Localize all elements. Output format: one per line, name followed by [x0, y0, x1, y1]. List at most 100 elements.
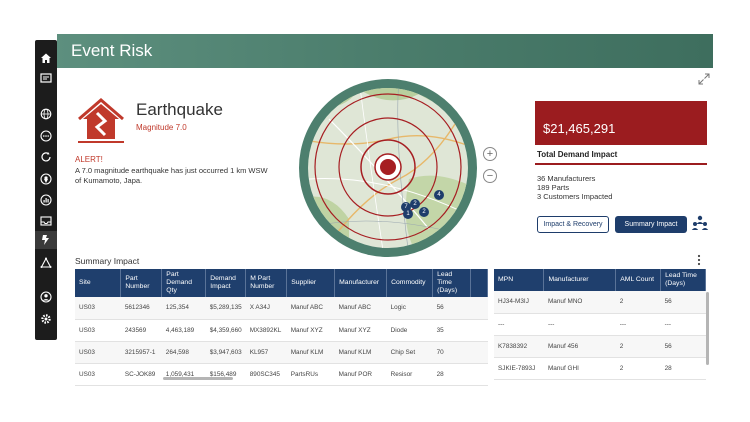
location-icon[interactable]: [39, 172, 53, 186]
table-cell: 3215957-1: [120, 341, 162, 364]
zoom-out-button[interactable]: −: [483, 169, 497, 183]
table-cell: 243569: [120, 319, 162, 342]
table-cell: Manuf KLM: [334, 341, 387, 364]
table-cell: Manuf KLM: [286, 341, 335, 364]
column-header[interactable]: AML Count: [615, 269, 662, 291]
table-cell: 2: [615, 335, 661, 358]
people-icon[interactable]: [691, 215, 709, 231]
impact-stats: 36 Manufacturers 189 Parts 3 Customers I…: [537, 174, 612, 201]
table-cell: [470, 341, 488, 364]
table-cell: K7838392: [494, 335, 544, 358]
table-cell: 28: [660, 357, 706, 380]
home-icon[interactable]: [39, 51, 53, 65]
total-demand-label: Total Demand Impact: [537, 150, 618, 159]
table-row[interactable]: SJKIE-7893J Manuf GHI 2 28: [494, 357, 706, 380]
column-header[interactable]: Lead Time (Days): [660, 269, 706, 291]
refresh-icon[interactable]: [39, 150, 53, 164]
column-header[interactable]: Part Demand Qty: [161, 269, 207, 297]
table-cell: Manuf MNO: [543, 291, 616, 314]
impact-map[interactable]: 7 2 4 1 2: [299, 79, 477, 257]
table-cell: KL957: [245, 341, 287, 364]
table-cell: $4,359,660: [205, 319, 246, 342]
table-cell: $156,489: [205, 363, 246, 386]
map-marker[interactable]: 1: [403, 209, 413, 219]
column-header[interactable]: Demand Impact: [205, 269, 247, 297]
globe-icon[interactable]: [39, 107, 53, 121]
stat-parts: 189 Parts: [537, 183, 570, 192]
table-cell: MX3892KL: [245, 319, 287, 342]
impact-table: Site Part Number Part Demand Qty Demand …: [75, 269, 488, 386]
table-cell: ---: [543, 313, 616, 336]
more-icon[interactable]: [39, 129, 53, 143]
table-cell: 56: [660, 291, 706, 314]
table-row[interactable]: US03 3215957-1 264,598 $3,947,603 KL957 …: [75, 341, 488, 364]
horizontal-scrollbar[interactable]: [163, 377, 233, 380]
table-row[interactable]: US03 SC-JOK89 1,059,431 $156,489 890SC34…: [75, 363, 488, 386]
table-cell: Manuf 456: [543, 335, 616, 358]
table-cell: Manuf XYZ: [286, 319, 335, 342]
column-header[interactable]: Manufacturer: [543, 269, 617, 291]
event-magnitude: Magnitude 7.0: [136, 123, 187, 132]
table-cell: 56: [432, 297, 471, 320]
zoom-in-button[interactable]: +: [483, 147, 497, 161]
column-header[interactable]: M Part Number: [245, 269, 288, 297]
table-cell: Diode: [386, 319, 433, 342]
map-marker[interactable]: 2: [410, 199, 420, 209]
page-title: Event Risk: [71, 41, 153, 60]
table-cell: Logic: [386, 297, 433, 320]
table-row[interactable]: US03 243569 4,463,189 $4,359,660 MX3892K…: [75, 319, 488, 342]
stat-customers: 3 Customers Impacted: [537, 192, 613, 201]
table-row[interactable]: US03 5612346 125,354 $5,289,135 X A34J M…: [75, 297, 488, 320]
map-marker[interactable]: 2: [419, 207, 429, 217]
impact-recovery-button[interactable]: Impact & Recovery: [537, 216, 609, 233]
table-cell: 1,059,431: [161, 363, 206, 386]
table-cell: US03: [75, 319, 121, 342]
vertical-scrollbar[interactable]: [706, 292, 709, 365]
table-cell: Resisor: [386, 363, 433, 386]
table-cell: 5612346: [120, 297, 162, 320]
kebab-menu-icon[interactable]: [696, 254, 702, 266]
map-marker[interactable]: 4: [434, 190, 444, 200]
column-header[interactable]: Lead Time (Days): [432, 269, 471, 297]
table-cell: [470, 363, 488, 386]
column-header[interactable]: Supplier: [286, 269, 336, 297]
table-cell: 28: [432, 363, 471, 386]
mpn-table: MPN Manufacturer AML Count Lead Time (Da…: [494, 269, 706, 380]
table-cell: 125,354: [161, 297, 206, 320]
user-icon[interactable]: [39, 290, 53, 304]
column-header[interactable]: Commodity: [386, 269, 434, 297]
table-cell: Manuf ABC: [286, 297, 335, 320]
earthquake-icon: [78, 98, 124, 143]
alert-text: A 7.0 magnitude earthquake has just occu…: [75, 166, 268, 185]
table-cell: Manuf XYZ: [334, 319, 387, 342]
table-cell: Manuf GHI: [543, 357, 616, 380]
table-cell: [470, 297, 488, 320]
table-cell: ---: [615, 313, 661, 336]
table-cell: 35: [432, 319, 471, 342]
settings-icon[interactable]: [39, 312, 53, 326]
column-header[interactable]: Manufacturer: [334, 269, 388, 297]
network-icon[interactable]: [39, 256, 53, 270]
summary-impact-button[interactable]: Summary Impact: [615, 216, 687, 233]
table-row[interactable]: K7838392 Manuf 456 2 56: [494, 335, 706, 358]
expand-icon[interactable]: [698, 73, 710, 85]
event-risk-icon[interactable]: [39, 233, 53, 247]
table-cell: $5,289,135: [205, 297, 246, 320]
dashboard-icon[interactable]: [39, 71, 53, 85]
divider: [535, 163, 707, 165]
table-header-row: MPN Manufacturer AML Count Lead Time (Da…: [494, 269, 706, 291]
table-cell: US03: [75, 297, 121, 320]
table-cell: ---: [660, 313, 706, 336]
table-row[interactable]: --- --- --- ---: [494, 313, 706, 336]
column-header[interactable]: Part Number: [120, 269, 163, 297]
event-title: Earthquake: [136, 100, 223, 119]
column-header[interactable]: MPN: [494, 269, 545, 291]
table-cell: X A34J: [245, 297, 287, 320]
analytics-icon[interactable]: [39, 193, 53, 207]
table-header-row: Site Part Number Part Demand Qty Demand …: [75, 269, 488, 297]
inbox-icon[interactable]: [39, 214, 53, 228]
table-row[interactable]: HJ34-M3IJ Manuf MNO 2 56: [494, 291, 706, 314]
table-cell: 2: [615, 291, 661, 314]
table-cell: US03: [75, 341, 121, 364]
column-header[interactable]: Site: [75, 269, 122, 297]
